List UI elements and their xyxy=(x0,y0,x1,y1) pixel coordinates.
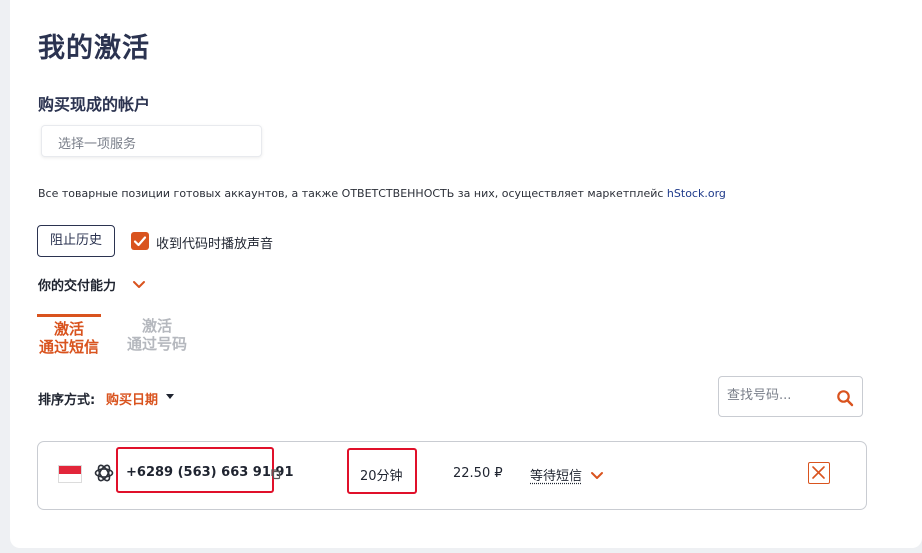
tab-line2: 通过短信 xyxy=(38,338,99,356)
close-icon xyxy=(812,466,825,479)
block-history-button[interactable]: 阻止历史 xyxy=(37,225,115,257)
marketplace-link[interactable]: hStock.org xyxy=(667,187,726,200)
sort-dropdown[interactable]: 购买日期 xyxy=(106,389,158,408)
notice-text: Все товарные позиции готовых аккаунтов, … xyxy=(38,187,667,200)
sort-label: 排序方式: xyxy=(38,393,96,408)
checkmark-icon xyxy=(133,236,147,247)
tab-line2: 通过号码 xyxy=(126,335,187,353)
tab-activation-number[interactable]: 激活 通过号码 xyxy=(124,317,190,353)
copy-icon[interactable] xyxy=(270,465,282,484)
status-waiting-sms[interactable]: 等待短信 xyxy=(530,465,582,484)
sound-checkbox[interactable] xyxy=(131,232,149,250)
cancel-button[interactable] xyxy=(808,462,830,484)
sound-checkbox-label: 收到代码时播放声音 xyxy=(156,237,274,252)
tab-line1: 激活 xyxy=(141,317,172,335)
tab-line1: 激活 xyxy=(53,320,84,338)
search-box xyxy=(718,376,863,417)
page-title: 我的激活 xyxy=(38,33,150,64)
indonesia-flag-icon xyxy=(58,465,82,483)
delivery-label[interactable]: 你的交付能力 xyxy=(38,275,116,294)
phone-number[interactable]: +6289 (563) 663 91 91 xyxy=(126,465,294,480)
search-input[interactable] xyxy=(727,388,827,403)
openai-icon xyxy=(93,462,115,488)
service-select[interactable]: 选择一项服务 xyxy=(41,125,262,157)
search-icon[interactable] xyxy=(836,389,854,411)
chevron-down-icon[interactable] xyxy=(590,467,604,486)
time-remaining: 20分钟 xyxy=(360,469,403,484)
tab-activation-sms[interactable]: 激活 通过短信 xyxy=(37,314,101,356)
marketplace-notice: Все товарные позиции готовых аккаунтов, … xyxy=(38,187,726,200)
section-title: 购买现成的帐户 xyxy=(38,95,151,114)
chevron-down-icon[interactable] xyxy=(132,276,146,295)
caret-down-icon[interactable] xyxy=(166,394,174,399)
price: 22.50 ₽ xyxy=(453,466,503,481)
